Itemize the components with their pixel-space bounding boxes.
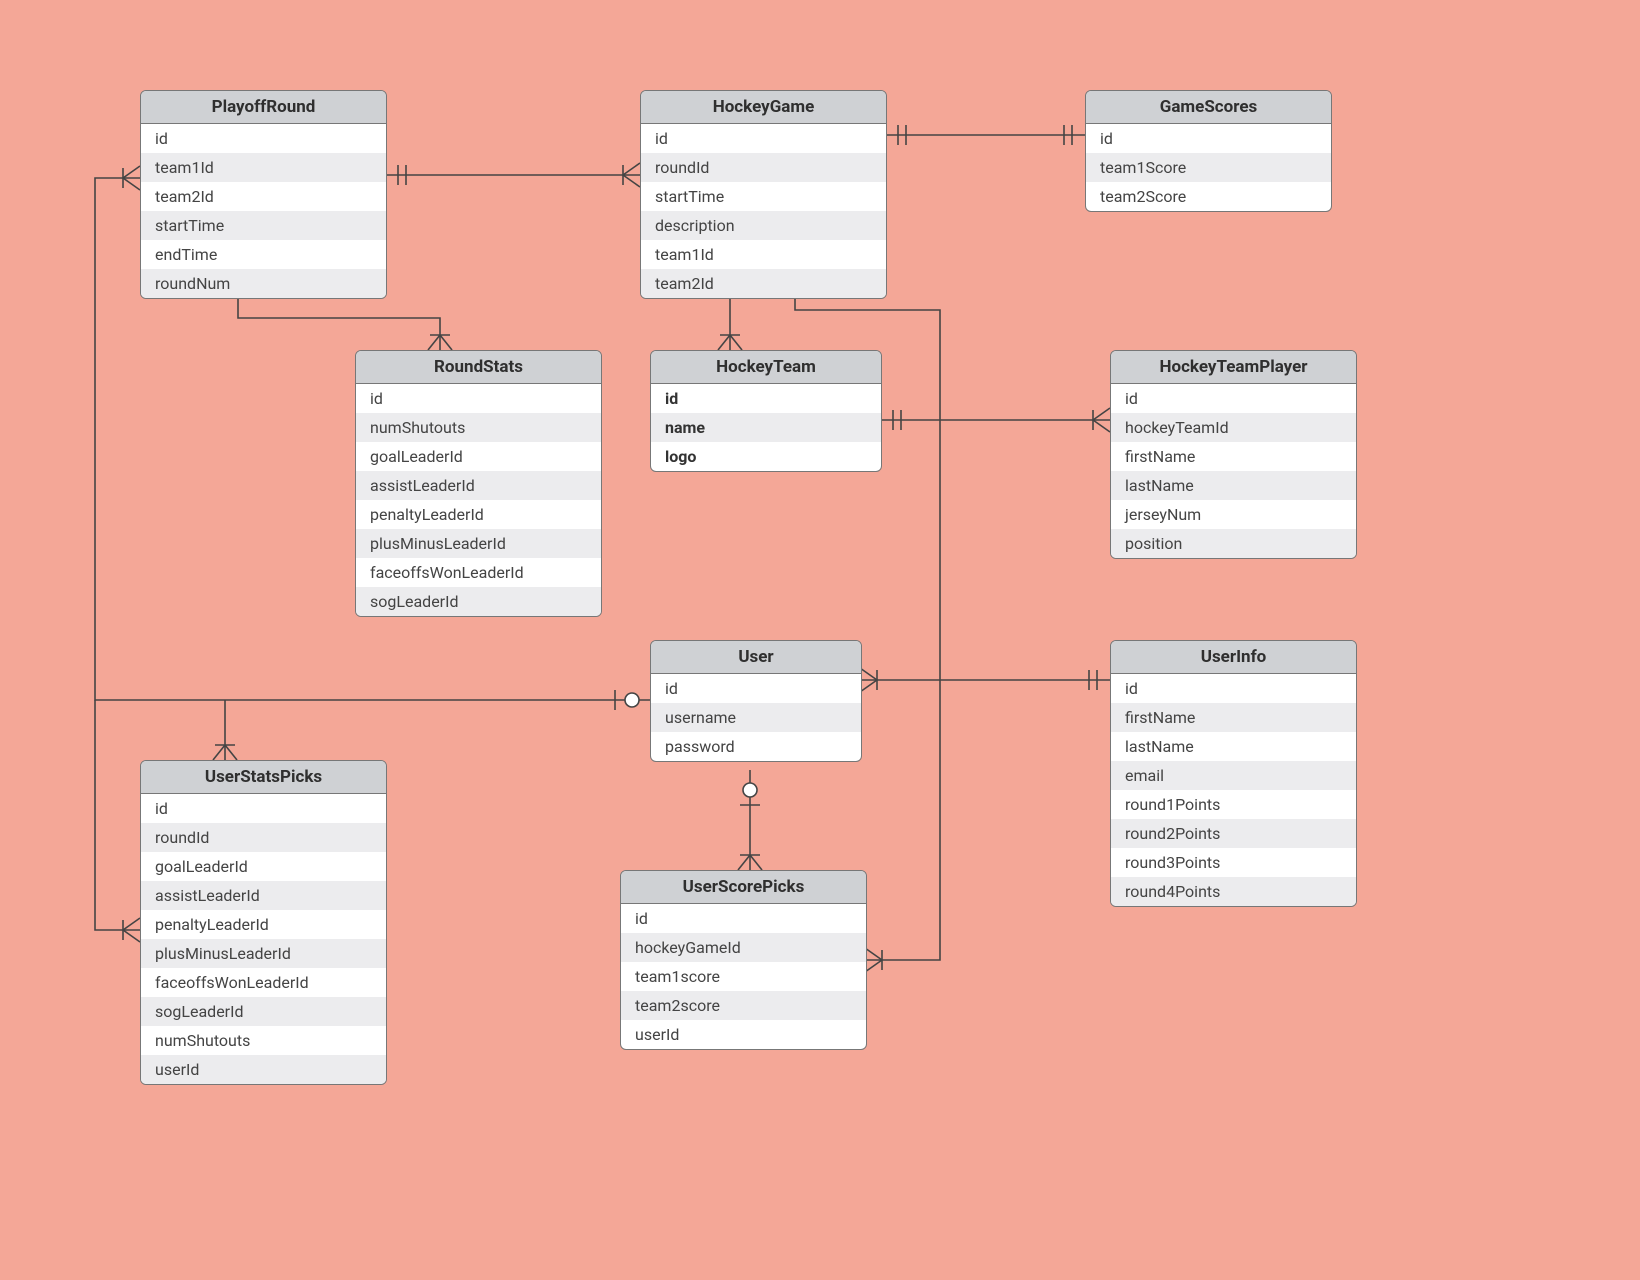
field-row: hockeyGameId (621, 933, 866, 962)
field-row: faceoffsWonLeaderId (356, 558, 601, 587)
field-row: round1Points (1111, 790, 1356, 819)
entity-title: HockeyTeamPlayer (1111, 351, 1356, 384)
field-row: id (651, 384, 881, 413)
field-row: team1Id (141, 153, 386, 182)
entity-fields: idfirstNamelastNameemailround1Pointsroun… (1111, 674, 1356, 906)
field-row: roundId (641, 153, 886, 182)
field-row: team2Score (1086, 182, 1331, 211)
entity-title: UserScorePicks (621, 871, 866, 904)
field-row: id (356, 384, 601, 413)
field-row: team2score (621, 991, 866, 1020)
field-row: numShutouts (141, 1026, 386, 1055)
field-row: id (141, 124, 386, 153)
field-row: goalLeaderId (141, 852, 386, 881)
entity-title: RoundStats (356, 351, 601, 384)
field-row: id (141, 794, 386, 823)
field-row: logo (651, 442, 881, 471)
field-row: roundNum (141, 269, 386, 298)
field-row: team2Id (141, 182, 386, 211)
entity-fields: idnumShutoutsgoalLeaderIdassistLeaderIdp… (356, 384, 601, 616)
entity-fields: idnamelogo (651, 384, 881, 471)
field-row: email (1111, 761, 1356, 790)
field-row: assistLeaderId (356, 471, 601, 500)
field-row: team1Score (1086, 153, 1331, 182)
field-row: username (651, 703, 861, 732)
entity-title: HockeyTeam (651, 351, 881, 384)
entity-fields: idroundIdstartTimedescriptionteam1Idteam… (641, 124, 886, 298)
field-row: penaltyLeaderId (141, 910, 386, 939)
field-row: jerseyNum (1111, 500, 1356, 529)
field-row: lastName (1111, 471, 1356, 500)
field-row: round3Points (1111, 848, 1356, 877)
field-row: plusMinusLeaderId (356, 529, 601, 558)
entity-userStatsPicks[interactable]: UserStatsPicksidroundIdgoalLeaderIdassis… (140, 760, 387, 1085)
field-row: penaltyLeaderId (356, 500, 601, 529)
entity-hockeyGame[interactable]: HockeyGameidroundIdstartTimedescriptiont… (640, 90, 887, 299)
field-row: id (1111, 384, 1356, 413)
entity-playoffRound[interactable]: PlayoffRoundidteam1Idteam2IdstartTimeend… (140, 90, 387, 299)
field-row: lastName (1111, 732, 1356, 761)
field-row: endTime (141, 240, 386, 269)
entity-title: UserStatsPicks (141, 761, 386, 794)
field-row: numShutouts (356, 413, 601, 442)
field-row: roundId (141, 823, 386, 852)
entity-fields: idhockeyTeamIdfirstNamelastNamejerseyNum… (1111, 384, 1356, 558)
entity-userScorePicks[interactable]: UserScorePicksidhockeyGameIdteam1scorete… (620, 870, 867, 1050)
field-row: hockeyTeamId (1111, 413, 1356, 442)
field-row: team2Id (641, 269, 886, 298)
field-row: password (651, 732, 861, 761)
field-row: team1Id (641, 240, 886, 269)
field-row: startTime (141, 211, 386, 240)
field-row: id (651, 674, 861, 703)
entity-title: PlayoffRound (141, 91, 386, 124)
entity-hockeyTeam[interactable]: HockeyTeamidnamelogo (650, 350, 882, 472)
field-row: id (1111, 674, 1356, 703)
entity-fields: idteam1Idteam2IdstartTimeendTimeroundNum (141, 124, 386, 298)
field-row: sogLeaderId (356, 587, 601, 616)
field-row: id (621, 904, 866, 933)
field-row: position (1111, 529, 1356, 558)
entity-hockeyTeamPlayer[interactable]: HockeyTeamPlayeridhockeyTeamIdfirstNamel… (1110, 350, 1357, 559)
field-row: userId (141, 1055, 386, 1084)
field-row: round4Points (1111, 877, 1356, 906)
field-row: goalLeaderId (356, 442, 601, 471)
field-row: plusMinusLeaderId (141, 939, 386, 968)
entity-fields: idusernamepassword (651, 674, 861, 761)
entity-fields: idteam1Scoreteam2Score (1086, 124, 1331, 211)
entity-roundStats[interactable]: RoundStatsidnumShutoutsgoalLeaderIdassis… (355, 350, 602, 617)
field-row: id (641, 124, 886, 153)
field-row: startTime (641, 182, 886, 211)
entity-gameScores[interactable]: GameScoresidteam1Scoreteam2Score (1085, 90, 1332, 212)
entity-title: GameScores (1086, 91, 1331, 124)
field-row: firstName (1111, 703, 1356, 732)
field-row: team1score (621, 962, 866, 991)
entity-user[interactable]: Useridusernamepassword (650, 640, 862, 762)
field-row: sogLeaderId (141, 997, 386, 1026)
field-row: userId (621, 1020, 866, 1049)
entity-fields: idroundIdgoalLeaderIdassistLeaderIdpenal… (141, 794, 386, 1084)
field-row: description (641, 211, 886, 240)
entity-title: UserInfo (1111, 641, 1356, 674)
field-row: firstName (1111, 442, 1356, 471)
field-row: name (651, 413, 881, 442)
field-row: faceoffsWonLeaderId (141, 968, 386, 997)
field-row: round2Points (1111, 819, 1356, 848)
field-row: assistLeaderId (141, 881, 386, 910)
entity-fields: idhockeyGameIdteam1scoreteam2scoreuserId (621, 904, 866, 1049)
field-row: id (1086, 124, 1331, 153)
er-diagram-canvas: PlayoffRoundidteam1Idteam2IdstartTimeend… (0, 0, 1640, 1280)
entity-userInfo[interactable]: UserInfoidfirstNamelastNameemailround1Po… (1110, 640, 1357, 907)
entity-title: User (651, 641, 861, 674)
entity-title: HockeyGame (641, 91, 886, 124)
